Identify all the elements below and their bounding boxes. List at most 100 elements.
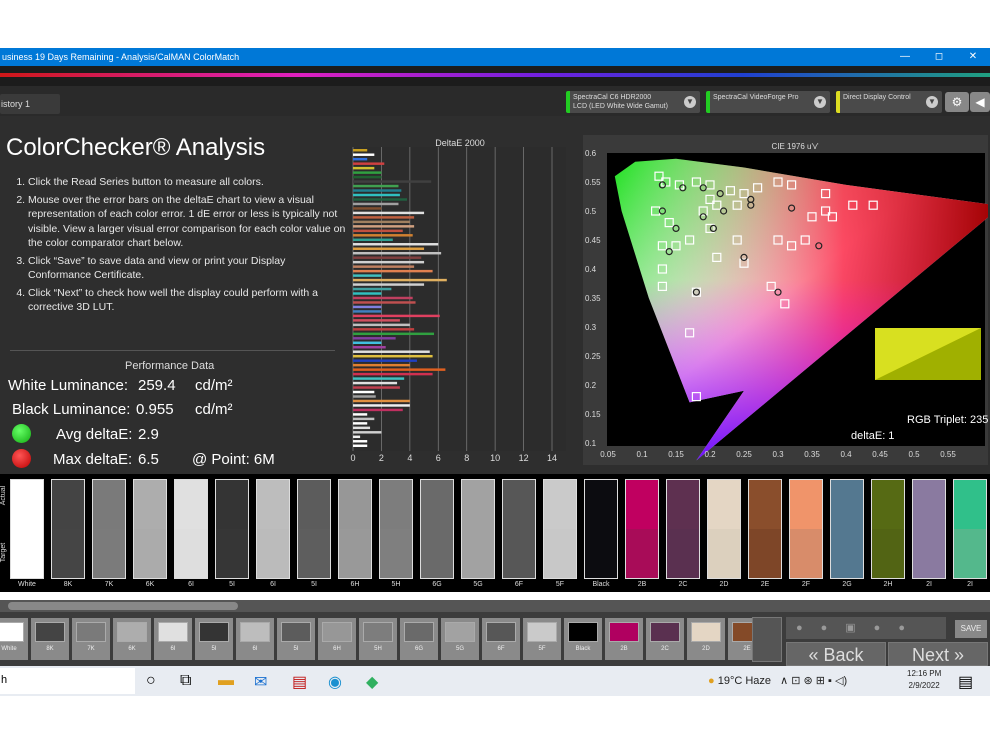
deltae-bar[interactable] <box>353 346 386 349</box>
deltae-bar[interactable] <box>353 278 447 282</box>
file-explorer-icon[interactable]: ▬ <box>218 672 234 690</box>
deltae-bar[interactable] <box>353 310 382 313</box>
playback-controls[interactable]: ●●▣●● <box>786 617 946 639</box>
deltae-bar[interactable] <box>353 220 410 224</box>
deltae-bar[interactable] <box>353 368 446 371</box>
swatch-6g[interactable] <box>420 479 454 579</box>
deltae-bar[interactable] <box>353 341 382 344</box>
swatch-5g[interactable] <box>461 479 495 579</box>
deltae-bar[interactable] <box>353 216 415 219</box>
deltae-bar[interactable] <box>353 198 408 201</box>
strip-swatch[interactable]: 6I <box>236 618 274 660</box>
deltae-bar[interactable] <box>353 381 398 385</box>
deltae-bar[interactable] <box>353 175 382 179</box>
deltae-bar[interactable] <box>353 359 417 362</box>
deltae-bar[interactable] <box>353 180 432 183</box>
deltae-bar[interactable] <box>353 202 399 206</box>
calman-app-icon[interactable]: ◆ <box>366 672 378 692</box>
strip-swatch[interactable]: 2D <box>687 618 725 660</box>
swatch-2d[interactable] <box>707 479 741 579</box>
deltae-bar[interactable] <box>353 319 400 322</box>
swatch-2i[interactable] <box>912 479 946 579</box>
task-view-icon[interactable]: ⧉ <box>180 672 191 690</box>
deltae-bar[interactable] <box>353 166 375 170</box>
deltae-bar[interactable] <box>353 189 402 192</box>
deltae-bar[interactable] <box>353 350 430 353</box>
edge-icon[interactable]: ◉ <box>328 672 342 692</box>
weather-text[interactable]: 19°C Haze <box>718 675 771 687</box>
swatch-picker-button[interactable] <box>752 617 782 662</box>
minimize-button[interactable]: — <box>888 48 922 66</box>
deltae-bar[interactable] <box>353 372 433 376</box>
deltae-bar[interactable] <box>353 243 439 246</box>
deltae-bar[interactable] <box>353 238 393 242</box>
back-button[interactable]: « Back <box>786 642 886 666</box>
strip-swatch[interactable]: 7K <box>72 618 110 660</box>
strip-swatch[interactable]: 6H <box>318 618 356 660</box>
deltae-bar[interactable] <box>353 444 368 447</box>
swatch-black[interactable] <box>584 479 618 579</box>
deltae-bar[interactable] <box>353 323 410 327</box>
deltae-bar[interactable] <box>353 256 422 259</box>
deltae-bar[interactable] <box>353 377 405 380</box>
deltae-bar[interactable] <box>353 363 410 367</box>
store-app-icon[interactable]: ▤ <box>292 672 307 692</box>
comparator-scrollbar[interactable] <box>0 600 990 612</box>
swatch-6f[interactable] <box>502 479 536 579</box>
deltae-bar[interactable] <box>353 162 385 165</box>
deltae-bar[interactable] <box>353 305 382 309</box>
source-dropdown[interactable]: SpectraCal C6 HDR2000 LCD (LED White Wid… <box>566 91 700 113</box>
swatch-2c[interactable] <box>666 479 700 579</box>
deltae-bar[interactable] <box>353 422 368 425</box>
deltae-bar[interactable] <box>353 265 415 268</box>
swatch-2h[interactable] <box>871 479 905 579</box>
maximize-button[interactable]: ◻ <box>922 48 956 66</box>
deltae-bar[interactable] <box>353 251 442 255</box>
deltae-bar[interactable] <box>353 354 433 358</box>
swatch-white[interactable] <box>10 479 44 579</box>
swatch-7k[interactable] <box>92 479 126 579</box>
strip-swatch[interactable]: 2C <box>646 618 684 660</box>
deltae-bar[interactable] <box>353 157 368 161</box>
generator-dropdown[interactable]: SpectraCal VideoForge Pro ▼ <box>706 91 830 113</box>
strip-swatch[interactable]: 8K <box>31 618 69 660</box>
deltae-bar[interactable] <box>353 417 375 421</box>
deltae-bar[interactable] <box>353 287 392 291</box>
swatch-2g[interactable] <box>830 479 864 579</box>
deltae-bar[interactable] <box>353 431 382 434</box>
strip-swatch[interactable]: 6I <box>154 618 192 660</box>
deltae-bar[interactable] <box>353 404 410 407</box>
deltae-bar[interactable] <box>353 260 425 264</box>
swatch-5h[interactable] <box>379 479 413 579</box>
deltae-bar[interactable] <box>353 413 368 416</box>
swatch-6i[interactable] <box>174 479 208 579</box>
deltae-bar[interactable] <box>353 269 433 273</box>
deltae-bar[interactable] <box>353 301 416 304</box>
deltae-bar[interactable] <box>353 184 399 188</box>
clock[interactable]: 12:16 PM 2/9/2022 <box>907 668 941 692</box>
strip-swatch[interactable]: Black <box>564 618 602 660</box>
swatch-2b[interactable] <box>625 479 659 579</box>
deltae-bar[interactable] <box>353 292 382 295</box>
close-button[interactable]: ✕ <box>956 48 990 66</box>
swatch-8k[interactable] <box>51 479 85 579</box>
deltae-bar[interactable] <box>353 247 425 250</box>
strip-swatch[interactable]: 5G <box>441 618 479 660</box>
tab-history-1[interactable]: istory 1 <box>0 94 60 114</box>
deltae-bar[interactable] <box>353 229 403 233</box>
deltae-bar[interactable] <box>353 193 400 197</box>
deltae-bar[interactable] <box>353 314 440 318</box>
deltae-bar[interactable] <box>353 274 382 277</box>
deltae-bar[interactable] <box>353 328 415 331</box>
swatch-5i[interactable] <box>297 479 331 579</box>
strip-swatch[interactable]: 6F <box>482 618 520 660</box>
deltae-bar[interactable] <box>353 440 368 443</box>
deltae-bar[interactable] <box>353 296 413 300</box>
swatch-2f[interactable] <box>789 479 823 579</box>
deltae-bar[interactable] <box>353 207 382 210</box>
swatch-2i[interactable] <box>953 479 987 579</box>
deltae-bar[interactable] <box>353 408 403 412</box>
swatch-6i[interactable] <box>256 479 290 579</box>
notifications-icon[interactable]: ▤ <box>958 672 973 692</box>
deltae-bar[interactable] <box>353 426 371 430</box>
